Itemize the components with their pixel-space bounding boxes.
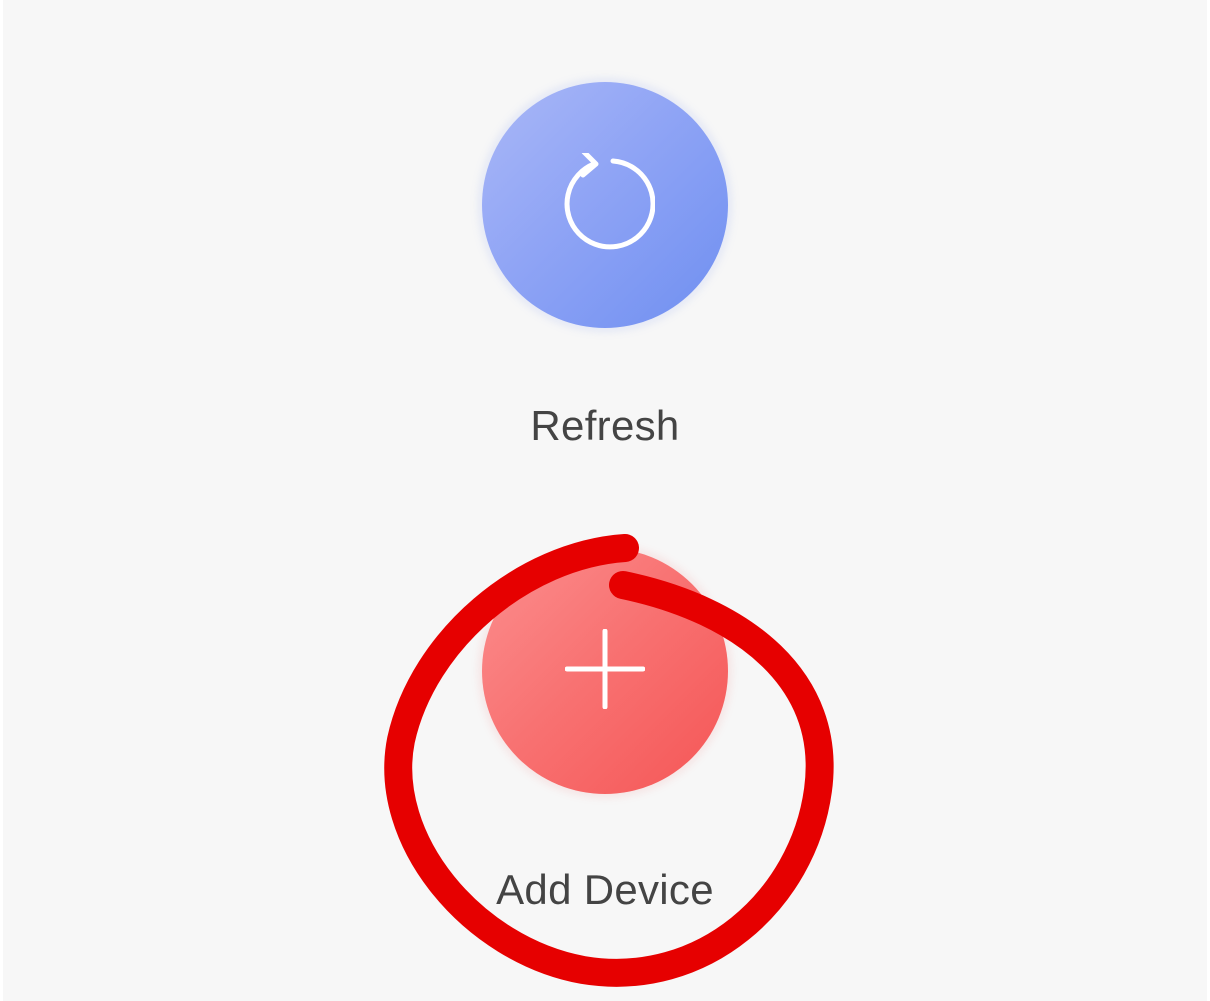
refresh-label: Refresh xyxy=(530,402,680,449)
plus-icon xyxy=(564,628,646,714)
refresh-icon xyxy=(555,149,656,258)
refresh-button[interactable] xyxy=(482,82,728,328)
add-device-action[interactable]: Add Device xyxy=(3,548,1207,914)
refresh-action[interactable]: Refresh xyxy=(3,82,1207,450)
add-device-button[interactable] xyxy=(482,548,728,794)
add-device-label: Add Device xyxy=(496,866,714,913)
app-screen: Refresh Add Device xyxy=(0,0,1210,1001)
